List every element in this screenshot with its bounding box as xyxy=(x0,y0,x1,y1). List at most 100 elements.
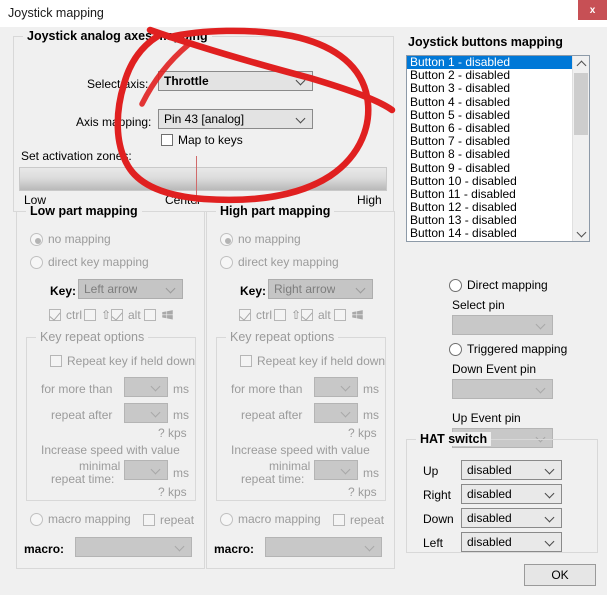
high-macro-label: macro: xyxy=(214,542,255,556)
low-repeat-time-combo[interactable] xyxy=(124,460,168,480)
checkbox-box xyxy=(111,309,123,321)
shift-arrow-icon: ⇧ xyxy=(101,308,112,322)
low-for-more-than-combo[interactable] xyxy=(124,377,168,397)
chevron-down-icon xyxy=(342,382,351,391)
zone-high-label: High xyxy=(357,193,382,207)
high-repeat-time-combo[interactable] xyxy=(314,460,358,480)
scroll-up-icon[interactable] xyxy=(573,56,589,72)
radio-dot xyxy=(224,237,231,244)
list-item[interactable]: Button 5 - disabled xyxy=(407,108,572,122)
chevron-down-icon xyxy=(176,542,185,551)
high-repeat-time-label: repeat time: xyxy=(241,472,305,486)
high-modifier-ctrl-label: ctrl xyxy=(256,308,272,322)
select-pin-combo[interactable] xyxy=(452,315,553,335)
low-key-label: Key: xyxy=(50,284,77,298)
radio-circle xyxy=(220,513,233,526)
high-for-more-than-combo[interactable] xyxy=(314,377,358,397)
radio-circle xyxy=(30,233,43,246)
high-key-combo[interactable]: Right arrow xyxy=(268,279,373,299)
low-repeat-held-label: Repeat key if held down xyxy=(67,354,196,368)
checkbox-box xyxy=(144,309,156,321)
high-modifier-alt-label: alt xyxy=(318,308,331,322)
radio-circle xyxy=(449,279,462,292)
high-key-repeat-title: Key repeat options xyxy=(226,330,339,344)
low-key-combo[interactable]: Left arrow xyxy=(78,279,183,299)
joystick-buttons-listbox[interactable]: Button 1 - disabled Button 2 - disabled Bu… xyxy=(406,55,590,242)
high-ms-label-3: ms xyxy=(363,466,379,480)
activation-zone-bar[interactable] xyxy=(19,156,387,204)
axis-mapping-value: Pin 43 [analog] xyxy=(164,112,245,126)
window-title: Joystick mapping xyxy=(8,6,104,20)
list-item[interactable]: Button 9 - disabled xyxy=(407,161,572,175)
list-item[interactable]: Button 14 - disabled xyxy=(407,227,572,240)
low-part-mapping-title: Low part mapping xyxy=(26,204,142,218)
low-part-mapping-group: Low part mapping no mapping direct key m… xyxy=(16,204,205,569)
hat-row-value: disabled xyxy=(467,511,512,525)
low-for-more-than-label: for more than xyxy=(41,382,113,396)
list-item[interactable]: Button 8 - disabled xyxy=(407,148,572,161)
low-ms-label-2: ms xyxy=(173,408,189,422)
listbox-scrollbar[interactable] xyxy=(572,56,589,241)
hat-row-label-right: Right xyxy=(423,488,452,502)
high-direct-key-mapping-label: direct key mapping xyxy=(238,255,339,269)
radio-circle xyxy=(30,256,43,269)
low-macro-combo[interactable] xyxy=(75,537,192,557)
hat-row-combo-down[interactable]: disabled xyxy=(461,508,562,528)
high-key-value: Right arrow xyxy=(274,282,336,296)
low-repeat-time-label: repeat time: xyxy=(51,472,115,486)
low-repeat-label: repeat xyxy=(160,513,195,527)
checkbox-box xyxy=(50,355,62,367)
checkbox-box xyxy=(143,514,155,526)
windows-key-icon xyxy=(351,309,364,321)
high-macro-combo[interactable] xyxy=(265,537,382,557)
high-key-repeat-group: Key repeat options Repeat key if held do… xyxy=(216,330,386,501)
hat-row-label-left: Left xyxy=(423,536,444,550)
axis-mapping-combo[interactable]: Pin 43 [analog] xyxy=(158,109,313,129)
hat-row-combo-right[interactable]: disabled xyxy=(461,484,562,504)
high-repeat-label: repeat xyxy=(350,513,385,527)
direct-mapping-label: Direct mapping xyxy=(467,278,548,292)
up-event-pin-label: Up Event pin xyxy=(452,411,521,425)
chevron-down-icon xyxy=(546,489,555,498)
hat-row-value: disabled xyxy=(467,535,512,549)
high-no-mapping-label: no mapping xyxy=(238,232,301,246)
chevron-down-icon xyxy=(297,76,306,85)
hat-switch-title: HAT switch xyxy=(416,432,492,446)
list-item[interactable]: Button 3 - disabled xyxy=(407,82,572,95)
hat-row-combo-up[interactable]: disabled xyxy=(461,460,562,480)
close-icon[interactable]: x xyxy=(578,0,607,20)
low-minimal-label: minimal xyxy=(79,459,121,473)
select-axis-combo[interactable]: Throttle xyxy=(158,71,313,91)
chevron-down-icon xyxy=(366,542,375,551)
high-repeat-after-combo[interactable] xyxy=(314,403,358,423)
map-to-keys-label: Map to keys xyxy=(178,133,243,147)
button-list[interactable]: Button 1 - disabled Button 2 - disabled Bu… xyxy=(407,56,572,241)
list-item[interactable]: Button 4 - disabled xyxy=(407,95,572,109)
down-event-pin-combo[interactable] xyxy=(452,379,553,399)
windows-key-icon xyxy=(161,309,174,321)
high-repeat-held-label: Repeat key if held down xyxy=(257,354,386,368)
chevron-down-icon xyxy=(537,384,546,393)
chevron-down-icon xyxy=(342,465,351,474)
list-item[interactable]: Button 10 - disabled xyxy=(407,174,572,188)
high-part-mapping-group: High part mapping no mapping direct key … xyxy=(206,204,395,569)
low-kps-label-2: ? kps xyxy=(158,485,187,499)
chevron-down-icon xyxy=(152,408,161,417)
hat-row-combo-left[interactable]: disabled xyxy=(461,532,562,552)
select-axis-value: Throttle xyxy=(164,74,209,88)
low-increase-speed-label: Increase speed with value xyxy=(41,443,180,457)
high-kps-label-2: ? kps xyxy=(348,485,377,499)
ok-button[interactable]: OK xyxy=(524,564,596,586)
scroll-down-icon[interactable] xyxy=(573,225,589,241)
hat-row-label-up: Up xyxy=(423,464,439,478)
analog-axes-group: Joystick analog axes mapping Select axis… xyxy=(13,29,394,212)
low-repeat-after-combo[interactable] xyxy=(124,403,168,423)
checkbox-box xyxy=(334,309,346,321)
low-ms-label-3: ms xyxy=(173,466,189,480)
triggered-mapping-label: Triggered mapping xyxy=(467,342,568,356)
activation-zones-label: Set activation zones: xyxy=(21,149,132,163)
chevron-down-icon xyxy=(342,408,351,417)
chevron-down-icon xyxy=(546,513,555,522)
chevron-down-icon xyxy=(546,465,555,474)
scrollbar-thumb[interactable] xyxy=(574,73,588,135)
